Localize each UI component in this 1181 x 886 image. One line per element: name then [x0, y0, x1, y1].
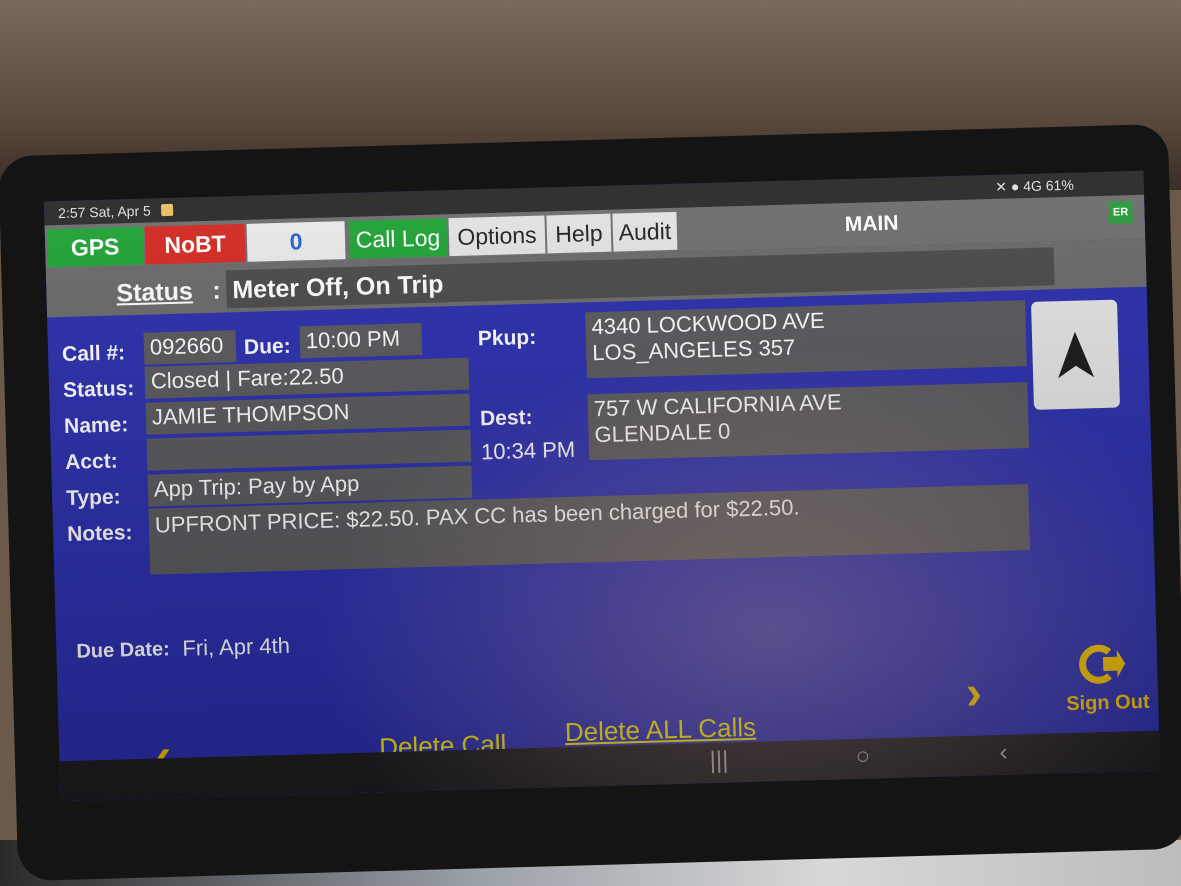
help-button[interactable]: Help	[546, 213, 612, 254]
destination-time: 10:34 PM	[480, 436, 576, 465]
next-arrow-icon[interactable]: ›	[965, 665, 983, 720]
sign-out-icon[interactable]	[1077, 641, 1126, 686]
type-label: Type:	[65, 485, 121, 510]
audit-button[interactable]: Audit	[612, 211, 678, 252]
network-indicator: 4G	[1022, 177, 1043, 195]
counter-button[interactable]: 0	[246, 221, 346, 262]
passenger-name-value: JAMIE THOMPSON	[145, 393, 471, 435]
due-time-value: 10:00 PM	[299, 322, 423, 359]
due-date-value: Fri, Apr 4th	[182, 632, 291, 661]
due-date-label: Due Date:	[76, 638, 171, 663]
mute-icon: ✕	[994, 178, 1008, 195]
notification-icon	[160, 203, 173, 217]
status-label: Status	[116, 277, 194, 308]
navigation-arrow-icon	[1058, 331, 1095, 379]
home-icon[interactable]: ○	[855, 743, 870, 771]
navigate-button[interactable]	[1031, 299, 1121, 410]
nobt-button[interactable]: NoBT	[144, 223, 246, 265]
name-label: Name:	[63, 413, 129, 438]
call-status-value: Closed | Fare:22.50	[144, 357, 470, 399]
page-title: MAIN	[844, 211, 899, 237]
sign-out-label[interactable]: Sign Out	[1066, 691, 1150, 716]
battery-level: 61%	[1045, 176, 1074, 194]
destination-label: Dest:	[479, 405, 533, 431]
account-value	[146, 429, 472, 471]
tablet-screen: 2:57 Sat, Apr 5 ✕ ● 4G 61% GPS NoBT 0 Ca…	[43, 170, 1161, 802]
back-icon[interactable]: ‹	[999, 739, 1008, 767]
pickup-label: Pkup:	[477, 325, 537, 351]
er-badge[interactable]: ER	[1108, 201, 1133, 224]
options-button[interactable]: Options	[448, 215, 546, 257]
account-label: Acct:	[64, 449, 118, 474]
recent-apps-icon[interactable]: |||	[709, 747, 728, 776]
notes-label: Notes:	[66, 521, 133, 546]
due-label: Due:	[243, 334, 291, 359]
pickup-address: 4340 LOCKWOOD AVE LOS_ANGELES 357	[585, 300, 1027, 379]
clock: 2:57	[57, 204, 86, 222]
destination-address: 757 W CALIFORNIA AVE GLENDALE 0	[587, 382, 1030, 461]
call-number-label: Call #:	[61, 341, 126, 367]
call-status-label: Status:	[62, 377, 135, 403]
call-number-value: 092660	[143, 330, 237, 365]
date: Sat, Apr 5	[89, 202, 151, 221]
call-log-button[interactable]: Call Log	[348, 218, 448, 259]
gps-button[interactable]: GPS	[46, 226, 144, 268]
location-icon: ●	[1010, 178, 1020, 195]
